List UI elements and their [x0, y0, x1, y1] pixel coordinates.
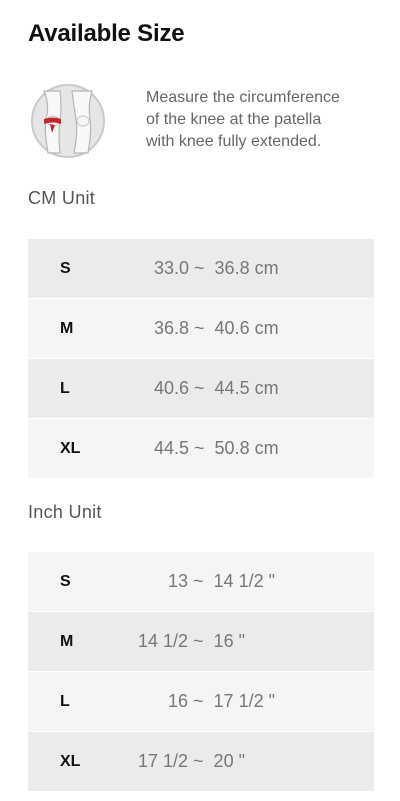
- table-row: M 36.8 ~ 40.6 cm: [28, 299, 374, 358]
- page-title: Available Size: [28, 20, 185, 47]
- cm-unit-label: CM Unit: [28, 188, 96, 208]
- size-code: XL: [60, 753, 81, 770]
- table-row: L 40.6 ~ 44.5 cm: [28, 359, 374, 418]
- instruction-line: of the knee at the patella: [146, 111, 322, 128]
- size-code: M: [60, 633, 74, 650]
- size-range: 14 1/2 ~ 16 ": [128, 631, 245, 651]
- size-code: L: [60, 693, 70, 710]
- size-range: 33.0 ~ 36.8 cm: [154, 258, 279, 278]
- inch-unit-label: Inch Unit: [28, 502, 102, 522]
- size-range: 17 1/2 ~ 20 ": [128, 751, 245, 771]
- table-row: M 14 1/2 ~ 16 ": [28, 612, 374, 671]
- instruction-line: with knee fully extended.: [146, 133, 322, 150]
- size-code: S: [60, 260, 71, 277]
- size-range: 16 ~ 17 1/2 ": [128, 691, 275, 711]
- measurement-instructions: Measure the circumference of the knee at…: [146, 87, 386, 153]
- table-row: L 16 ~ 17 1/2 ": [28, 672, 374, 731]
- table-row: S 13 ~ 14 1/2 ": [28, 552, 374, 611]
- table-row: XL 44.5 ~ 50.8 cm: [28, 419, 374, 478]
- size-range: 44.5 ~ 50.8 cm: [154, 438, 279, 458]
- table-row: S 33.0 ~ 36.8 cm: [28, 239, 374, 298]
- size-code: M: [60, 320, 74, 337]
- table-row: XL 17 1/2 ~ 20 ": [28, 732, 374, 791]
- size-range: 40.6 ~ 44.5 cm: [154, 378, 279, 398]
- size-code: XL: [60, 440, 81, 457]
- cm-size-table: S 33.0 ~ 36.8 cm M 36.8 ~ 40.6 cm L 40.6…: [28, 239, 374, 479]
- size-code: L: [60, 380, 70, 397]
- size-code: S: [60, 573, 71, 590]
- size-range: 13 ~ 14 1/2 ": [128, 571, 275, 591]
- size-range: 36.8 ~ 40.6 cm: [154, 318, 279, 338]
- instruction-line: Measure the circumference: [146, 89, 340, 106]
- inch-size-table: S 13 ~ 14 1/2 " M 14 1/2 ~ 16 " L 16 ~ 1…: [28, 552, 374, 792]
- knee-measurement-icon: [30, 83, 106, 159]
